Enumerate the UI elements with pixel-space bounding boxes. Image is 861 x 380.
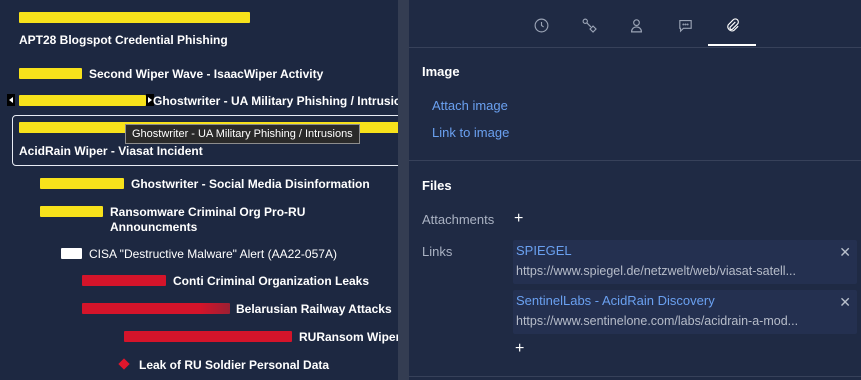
event-bar[interactable]: [124, 331, 292, 342]
event-label[interactable]: Ghostwriter - Social Media Disinformatio…: [131, 177, 370, 191]
event-bar[interactable]: [82, 303, 230, 314]
event-label[interactable]: Ransomware Criminal Org Pro-RU: [110, 205, 305, 219]
event-label[interactable]: Second Wiper Wave - IsaacWiper Activity: [89, 67, 323, 81]
person-icon: [630, 18, 642, 32]
image-section-title: Image: [422, 64, 460, 79]
event-label[interactable]: AcidRain Wiper - Viasat Incident: [19, 144, 203, 158]
files-section-title: Files: [422, 178, 452, 193]
panel-divider[interactable]: [398, 0, 409, 380]
tab-comments[interactable]: [672, 12, 698, 38]
event-bar[interactable]: [40, 178, 124, 189]
attachments-label: Attachments: [422, 212, 495, 227]
event-bar[interactable]: [61, 248, 82, 259]
paperclip-icon: [726, 17, 739, 31]
event-label-line2[interactable]: Announcments: [110, 220, 197, 234]
link-to-image-link[interactable]: Link to image: [432, 125, 509, 140]
clock-icon: [534, 18, 548, 32]
milestone-diamond[interactable]: [118, 358, 130, 370]
remove-link-icon[interactable]: ✕: [839, 244, 851, 261]
add-attachment-button[interactable]: +: [514, 211, 523, 227]
timeline-panel[interactable]: APT28 Blogspot Credential Phishing Secon…: [0, 0, 398, 380]
comment-icon: [678, 19, 692, 33]
tab-history[interactable]: [528, 12, 554, 38]
tab-relations[interactable]: [576, 12, 602, 38]
link-card[interactable]: SentinelLabs - AcidRain Discovery https:…: [513, 290, 857, 334]
add-link-button[interactable]: +: [515, 341, 524, 357]
detail-panel: Image Attach image Link to image Files A…: [409, 0, 861, 380]
link-title[interactable]: SPIEGEL: [516, 243, 572, 258]
link-url[interactable]: https://www.sentinelone.com/labs/acidrai…: [516, 314, 832, 328]
tab-attachments[interactable]: [719, 12, 745, 38]
event-bar[interactable]: [19, 12, 250, 23]
event-label[interactable]: APT28 Blogspot Credential Phishing: [19, 33, 228, 47]
remove-link-icon[interactable]: ✕: [839, 294, 851, 311]
event-label[interactable]: RURansom Wiper: [299, 330, 398, 344]
link-card[interactable]: SPIEGEL https://www.spiegel.de/netzwelt/…: [513, 240, 857, 284]
relations-icon: [582, 18, 597, 33]
event-label[interactable]: Leak of RU Soldier Personal Data: [139, 358, 329, 372]
event-label[interactable]: Ghostwriter - UA Military Phishing / Int…: [153, 94, 398, 108]
event-bar[interactable]: [19, 95, 146, 106]
resize-left-handle[interactable]: [7, 94, 15, 106]
link-title[interactable]: SentinelLabs - AcidRain Discovery: [516, 293, 715, 308]
links-label: Links: [422, 244, 453, 259]
attach-image-link[interactable]: Attach image: [432, 98, 508, 113]
tab-people[interactable]: [623, 12, 649, 38]
event-label[interactable]: Conti Criminal Organization Leaks: [173, 274, 369, 288]
event-bar[interactable]: [82, 275, 166, 286]
panel-tabs: [409, 0, 861, 48]
event-bar[interactable]: [40, 206, 103, 217]
event-bar[interactable]: [19, 68, 82, 79]
section-divider: [409, 376, 861, 377]
event-label[interactable]: Belarusian Railway Attacks: [236, 302, 392, 316]
section-divider: [409, 160, 861, 161]
event-label[interactable]: CISA "Destructive Malware" Alert (AA22-0…: [89, 247, 337, 261]
link-url[interactable]: https://www.spiegel.de/netzwelt/web/vias…: [516, 264, 832, 278]
active-tab-indicator: [708, 44, 756, 46]
event-tooltip: Ghostwriter - UA Military Phishing / Int…: [125, 124, 360, 144]
